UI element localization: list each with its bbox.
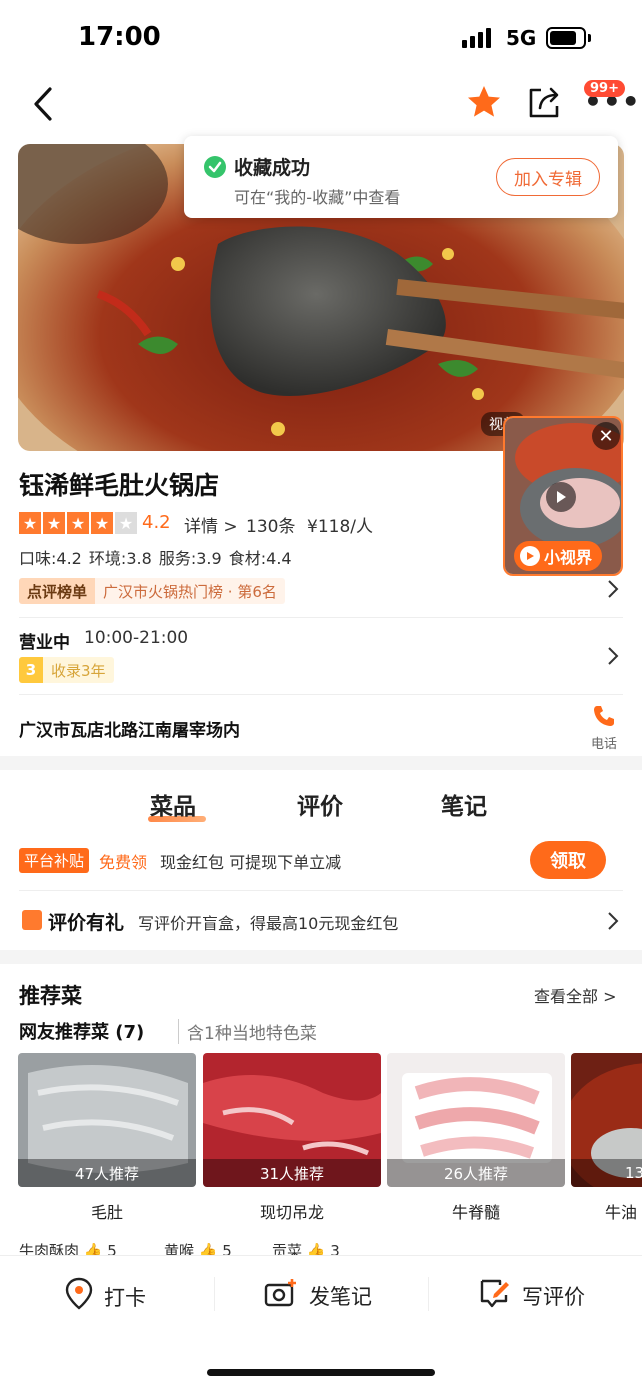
checkin-label: 打卡 bbox=[104, 1285, 146, 1310]
toast-title: 收藏成功 bbox=[234, 157, 311, 179]
dish-card[interactable]: 47人推荐 毛肚 bbox=[18, 1053, 196, 1223]
dish-image: 26人推荐 bbox=[387, 1053, 565, 1187]
message-badge: 99+ bbox=[584, 80, 625, 97]
back-icon[interactable] bbox=[28, 86, 60, 122]
rank-badge-text: 广汉市火锅热门榜 · 第6名 bbox=[95, 578, 285, 604]
divider bbox=[19, 890, 623, 891]
dish-name: 现切吊龙 bbox=[259, 1203, 324, 1222]
play-icon[interactable] bbox=[546, 482, 576, 512]
mini-video-label-text: 小视界 bbox=[544, 548, 593, 567]
recommend-subtitle-note: 含1种当地特色菜 bbox=[178, 1019, 317, 1044]
location-pin-icon bbox=[64, 1277, 94, 1316]
divider bbox=[19, 617, 623, 618]
dish-name: 牛油 bbox=[605, 1203, 638, 1222]
star-icon: ★ bbox=[19, 512, 41, 534]
open-hours: 10:00-21:00 bbox=[84, 628, 189, 648]
years-number: 3 bbox=[19, 657, 43, 683]
favorite-toast: 收藏成功 可在“我的-收藏”中查看 加入专辑 bbox=[184, 136, 618, 218]
camera-plus-icon bbox=[263, 1277, 299, 1314]
subsidy-free: 免费领 bbox=[99, 853, 148, 872]
dish-image: 13 bbox=[571, 1053, 642, 1187]
recommend-subtitle: 网友推荐菜 (7) bbox=[19, 1022, 145, 1043]
add-to-album-button[interactable]: 加入专辑 bbox=[496, 158, 600, 196]
chevron-right-icon[interactable] bbox=[607, 646, 619, 671]
toast-subtitle: 可在“我的-收藏”中查看 bbox=[234, 188, 401, 207]
view-all-link[interactable]: 查看全部 > bbox=[534, 983, 617, 1007]
gift-icon bbox=[22, 910, 42, 930]
close-icon[interactable]: ✕ bbox=[592, 422, 620, 450]
star-icon: ★ bbox=[67, 512, 89, 534]
price-per-person: ¥118/人 bbox=[307, 517, 373, 537]
dish-rec-count: 26人推荐 bbox=[387, 1159, 565, 1187]
rating-score: 4.2 bbox=[142, 512, 171, 533]
dish-rec-count: 13 bbox=[571, 1159, 642, 1187]
tab-reviews[interactable]: 评价 bbox=[297, 787, 343, 821]
divider bbox=[19, 694, 623, 695]
check-icon bbox=[204, 156, 226, 178]
chevron-right-icon[interactable] bbox=[607, 579, 619, 604]
signal-icon bbox=[462, 28, 491, 48]
review-gift-title[interactable]: 评价有礼 bbox=[48, 908, 124, 935]
section-separator bbox=[0, 950, 642, 964]
open-status: 营业中 bbox=[19, 633, 70, 653]
subsidy-tag: 平台补贴 bbox=[19, 848, 90, 873]
dish-card[interactable]: 26人推荐 牛脊髓 bbox=[387, 1053, 565, 1223]
mini-video-label[interactable]: 小视界 bbox=[514, 541, 603, 571]
star-empty-icon: ★ bbox=[115, 512, 137, 534]
star-icon[interactable] bbox=[466, 84, 502, 120]
phone-icon[interactable] bbox=[592, 704, 616, 728]
sub-scores: 口味:4.2 环境:3.8 服务:3.9 食材:4.4 bbox=[19, 549, 292, 568]
dish-card[interactable]: 13 牛油 bbox=[571, 1053, 642, 1223]
years-badge: 3 收录3年 bbox=[19, 657, 114, 683]
review-gift-text[interactable]: 写评价开盲盒，得最高10元现金红包 bbox=[138, 910, 398, 934]
subsidy-text: 现金红包 可提现下单立减 bbox=[160, 853, 342, 872]
chevron-right-icon[interactable] bbox=[607, 911, 619, 936]
recommend-title: 推荐菜 bbox=[19, 984, 82, 1008]
divider bbox=[214, 1277, 215, 1311]
rank-badge-label: 点评榜单 bbox=[19, 578, 96, 604]
write-review-button[interactable]: 写评价 bbox=[478, 1277, 585, 1314]
details-link[interactable]: 详情 > bbox=[184, 512, 238, 537]
star-icon: ★ bbox=[91, 512, 113, 534]
tab-notes[interactable]: 笔记 bbox=[441, 787, 487, 821]
checkin-button[interactable]: 打卡 bbox=[64, 1277, 146, 1316]
share-icon[interactable] bbox=[526, 84, 562, 120]
shop-name: 钰浠鲜毛肚火锅店 bbox=[19, 471, 220, 500]
battery-tip bbox=[588, 34, 591, 42]
network-label: 5G bbox=[506, 26, 537, 50]
edit-review-icon bbox=[478, 1277, 512, 1314]
rank-badge[interactable]: 点评榜单 广汉市火锅热门榜 · 第6名 bbox=[19, 578, 285, 604]
dish-image: 31人推荐 bbox=[203, 1053, 381, 1187]
star-rating: ★ ★ ★ ★ ★ bbox=[19, 512, 137, 534]
write-review-label: 写评价 bbox=[522, 1284, 585, 1309]
dish-rec-count: 31人推荐 bbox=[203, 1159, 381, 1187]
post-note-label: 发笔记 bbox=[309, 1284, 372, 1309]
claim-button[interactable]: 领取 bbox=[530, 841, 606, 879]
years-text: 收录3年 bbox=[43, 657, 114, 683]
shop-address[interactable]: 广汉市瓦店北路江南屠宰场内 bbox=[19, 716, 240, 741]
status-time: 17:00 bbox=[78, 22, 161, 52]
post-note-button[interactable]: 发笔记 bbox=[263, 1277, 372, 1314]
play-circle-icon bbox=[520, 546, 540, 566]
dish-card[interactable]: 31人推荐 现切吊龙 bbox=[203, 1053, 381, 1223]
phone-label[interactable]: 电话 bbox=[591, 733, 617, 752]
dish-image: 47人推荐 bbox=[18, 1053, 196, 1187]
review-count[interactable]: 130条 bbox=[246, 512, 295, 537]
battery-icon bbox=[546, 27, 586, 49]
dish-rec-count: 47人推荐 bbox=[18, 1159, 196, 1187]
tab-dishes[interactable]: 菜品 bbox=[150, 787, 196, 821]
divider bbox=[428, 1277, 429, 1311]
section-separator bbox=[0, 756, 642, 770]
dish-name: 毛肚 bbox=[90, 1203, 123, 1222]
star-icon: ★ bbox=[43, 512, 65, 534]
dish-name: 牛脊髓 bbox=[451, 1203, 500, 1222]
home-indicator[interactable] bbox=[207, 1369, 435, 1376]
